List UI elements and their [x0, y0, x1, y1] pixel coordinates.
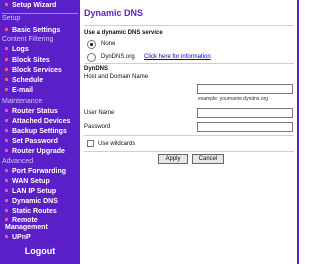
sidebar-item-port-forwarding[interactable]: Port Forwarding [5, 167, 80, 177]
section-divider [84, 63, 294, 64]
sidebar-item-block-services[interactable]: Block Services [5, 66, 80, 76]
sidebar-item-basic-settings[interactable]: Basic Settings [5, 26, 80, 36]
sidebar-item-wan-setup[interactable]: WAN Setup [5, 177, 80, 187]
bullet-icon [5, 217, 8, 221]
bullet-icon [5, 208, 8, 212]
sidebar-section-advanced: Advanced [2, 158, 34, 165]
bullet-icon [5, 27, 8, 31]
host-label: Host and Domain Name [84, 74, 149, 80]
sidebar-item-backup-settings[interactable]: Backup Settings [5, 127, 80, 137]
bullet-icon [5, 57, 8, 61]
bullet-icon [5, 148, 8, 152]
sidebar-nav: Setup Wizard Setup Basic Settings Conten… [0, 0, 80, 264]
wildcards-label: Use wildcards [98, 141, 136, 147]
bullet-icon [5, 108, 8, 112]
host-example: example: yourname.dyndns.org [198, 96, 269, 102]
sidebar-item-router-status[interactable]: Router Status [5, 107, 80, 117]
bullet-icon [5, 87, 8, 91]
bullet-icon [5, 138, 8, 142]
user-label: User Name [84, 110, 115, 116]
bullet-icon [5, 128, 8, 132]
bullet-icon [5, 188, 8, 192]
logout-button[interactable]: Logout [0, 246, 80, 256]
sidebar-item-set-password[interactable]: Set Password [5, 137, 80, 147]
apply-button[interactable]: Apply [158, 154, 188, 164]
host-input[interactable] [197, 84, 293, 94]
cancel-button[interactable]: Cancel [192, 154, 224, 164]
sidebar-item-schedule[interactable]: Schedule [5, 76, 80, 86]
sidebar-item-router-upgrade[interactable]: Router Upgrade [5, 147, 80, 157]
sidebar-item-email[interactable]: E-mail [5, 86, 80, 96]
info-link[interactable]: Click here for information [144, 54, 211, 61]
sidebar-item-logs[interactable]: Logs [5, 45, 80, 55]
sidebar-item-dynamic-dns[interactable]: Dynamic DNS [5, 197, 80, 207]
bullet-icon [5, 67, 8, 71]
wildcards-checkbox[interactable] [87, 140, 94, 147]
page-title: Dynamic DNS [84, 8, 144, 18]
radio-none-label: None [101, 41, 116, 47]
title-divider [84, 25, 294, 26]
bullet-icon [5, 198, 8, 202]
use-service-label: Use a dynamic DNS service [84, 30, 163, 36]
bullet-icon [5, 2, 8, 6]
sidebar-item-block-sites[interactable]: Block Sites [5, 56, 80, 66]
sidebar-item-upnp[interactable]: UPnP [5, 233, 80, 243]
dyndns-section-title: DynDNS [84, 66, 109, 72]
sidebar-item-setup-wizard[interactable]: Setup Wizard [5, 1, 80, 11]
radio-dyndns[interactable] [87, 53, 96, 62]
sidebar-section-maintenance: Maintenance [2, 98, 43, 105]
password-input[interactable] [197, 122, 293, 132]
user-input[interactable] [197, 108, 293, 118]
bullet-icon [5, 234, 8, 238]
options-divider [84, 135, 294, 136]
radio-dyndns-label: DynDNS.org [101, 54, 135, 60]
bullet-icon [5, 77, 8, 81]
sidebar-divider [2, 13, 78, 14]
actions-divider [84, 151, 294, 152]
bullet-icon [5, 168, 8, 172]
main-content: Dynamic DNS Use a dynamic DNS service No… [80, 0, 300, 264]
sidebar-item-attached-devices[interactable]: Attached Devices [5, 117, 80, 127]
sidebar-item-lan-ip-setup[interactable]: LAN IP Setup [5, 187, 80, 197]
sidebar-item-remote-management[interactable]: Remote Management [5, 217, 65, 231]
sidebar-section-content-filtering: Content Filtering [2, 36, 54, 43]
sidebar-item-static-routes[interactable]: Static Routes [5, 207, 80, 217]
sidebar-section-setup: Setup [2, 15, 21, 22]
bullet-icon [5, 46, 8, 50]
bullet-icon [5, 178, 8, 182]
right-border [297, 0, 299, 264]
radio-none[interactable] [87, 40, 96, 49]
password-label: Password [84, 124, 111, 130]
bullet-icon [5, 118, 8, 122]
